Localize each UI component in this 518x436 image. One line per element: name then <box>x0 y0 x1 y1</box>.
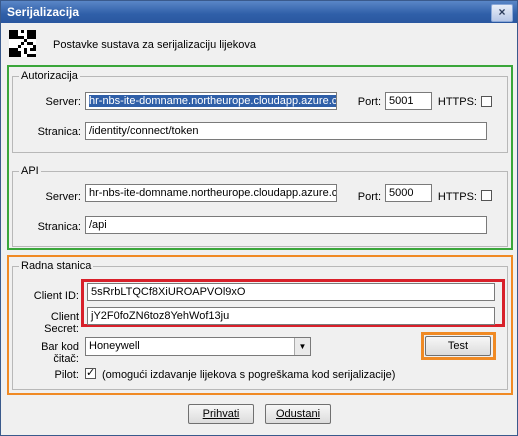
auth-port-label: Port: <box>357 96 381 108</box>
auth-port-input[interactable]: 5001 <box>385 92 432 110</box>
title-bar[interactable]: Serijalizacija × <box>1 1 517 23</box>
api-server-input[interactable]: hr-nbs-ite-domname.northeurope.cloudapp.… <box>85 184 337 202</box>
dialog-window: Serijalizacija × Postavke sustava za ser… <box>0 0 518 436</box>
barkod-value: Honeywell <box>89 340 140 352</box>
window-title: Serijalizacija <box>7 5 80 19</box>
barkod-select[interactable]: Honeywell ▼ <box>85 337 311 356</box>
auth-server-label: Server: <box>45 96 81 108</box>
api-stranica-label: Stranica: <box>37 221 81 233</box>
api-stranica-input[interactable]: /api <box>85 216 487 234</box>
pilot-checkbox[interactable]: ✓ <box>85 367 96 379</box>
prihvati-button[interactable]: Prihvati <box>188 404 254 424</box>
auth-server-value: hr-nbs-ite-domname.northeurope.cloudapp.… <box>89 95 336 107</box>
chevron-down-icon[interactable]: ▼ <box>294 338 310 355</box>
radna-stanica-legend: Radna stanica <box>19 260 94 272</box>
api-https-checkbox[interactable] <box>481 190 492 201</box>
api-server-label: Server: <box>45 191 81 203</box>
pilot-label: Pilot: <box>54 369 79 381</box>
client-id-input[interactable]: 5sRrbLTQCf8XiUROAPVOl9xO <box>87 283 495 301</box>
qr-code-icon <box>9 30 36 57</box>
odustani-button[interactable]: Odustani <box>265 404 331 424</box>
checkmark-icon: ✓ <box>86 367 96 379</box>
close-button[interactable]: × <box>491 4 513 22</box>
client-secret-label: Client Secret: <box>44 311 79 335</box>
autorizacija-group: Autorizacija <box>12 70 508 153</box>
api-legend: API <box>19 165 41 177</box>
barkod-label: Bar kod čitač: <box>41 341 79 365</box>
client-secret-input[interactable]: jY2F0foZN6toz8YehWof13ju <box>87 307 495 325</box>
auth-stranica-label: Stranica: <box>37 126 81 138</box>
test-button[interactable]: Test <box>425 336 491 356</box>
api-https-label: HTTPS: <box>437 191 477 203</box>
pilot-description: (omogući izdavanje lijekova s pogreškama… <box>102 369 396 381</box>
auth-https-label: HTTPS: <box>437 96 477 108</box>
odustani-label: Odustani <box>275 408 321 420</box>
auth-stranica-input[interactable]: /identity/connect/token <box>85 122 487 140</box>
prihvati-label: Prihvati <box>202 408 240 420</box>
auth-https-checkbox[interactable] <box>481 96 492 107</box>
autorizacija-legend: Autorizacija <box>19 70 80 82</box>
api-port-label: Port: <box>357 191 381 203</box>
dialog-subtitle: Postavke sustava za serijalizaciju lijek… <box>53 39 256 51</box>
api-group: API <box>12 165 508 247</box>
auth-server-input[interactable]: hr-nbs-ite-domname.northeurope.cloudapp.… <box>85 92 337 110</box>
client-id-label: Client ID: <box>33 290 79 302</box>
api-port-input[interactable]: 5000 <box>385 184 432 202</box>
